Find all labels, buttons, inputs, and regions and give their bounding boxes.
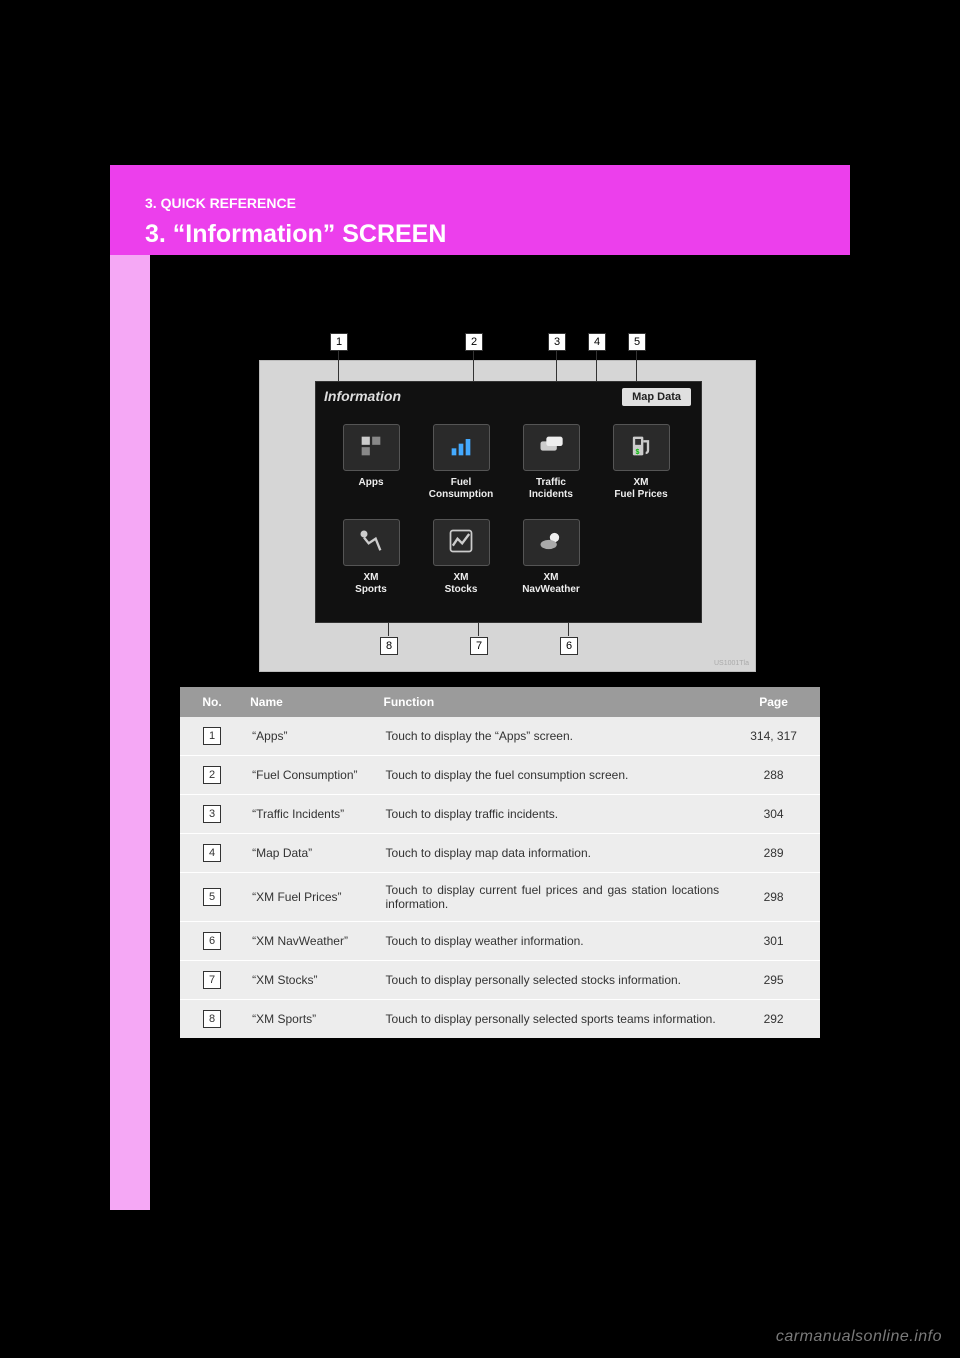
row-page: 298 xyxy=(727,873,820,922)
row-num: 4 xyxy=(203,844,221,862)
row-page: 295 xyxy=(727,961,820,1000)
row-name: “Map Data” xyxy=(244,834,377,873)
page-title: 3. “Information” SCREEN xyxy=(145,220,446,249)
row-num: 8 xyxy=(203,1010,221,1028)
row-name: “XM Fuel Prices” xyxy=(244,873,377,922)
tile-label2: NavWeather xyxy=(508,584,594,595)
callout-2: 2 xyxy=(465,333,483,351)
table-row: 5 “XM Fuel Prices” Touch to display curr… xyxy=(180,873,820,922)
row-name: “Apps” xyxy=(244,717,377,756)
callout-5: 5 xyxy=(628,333,646,351)
row-num: 5 xyxy=(203,888,221,906)
row-func: Touch to display the “Apps” screen. xyxy=(378,717,728,756)
row-func: Touch to display traffic incidents. xyxy=(378,795,728,834)
lead-line xyxy=(338,351,339,381)
row-num: 3 xyxy=(203,805,221,823)
apps-icon xyxy=(357,432,385,463)
row-name: “Traffic Incidents” xyxy=(244,795,377,834)
tile-label: XM xyxy=(454,572,469,583)
traffic-icon xyxy=(537,432,565,463)
callout-7: 7 xyxy=(470,637,488,655)
table-row: 3 “Traffic Incidents” Touch to display t… xyxy=(180,795,820,834)
th-page: Page xyxy=(727,687,820,717)
infotainment-screenshot: 1 2 3 4 5 8 7 6 xyxy=(259,360,756,672)
callout-1: 1 xyxy=(330,333,348,351)
row-page: 314, 317 xyxy=(727,717,820,756)
traffic-incidents-tile[interactable]: Traffic Incidents xyxy=(506,416,596,511)
row-page: 292 xyxy=(727,1000,820,1039)
svg-text:$: $ xyxy=(636,449,640,456)
table-row: 2 “Fuel Consumption” Touch to display th… xyxy=(180,756,820,795)
weather-icon xyxy=(537,527,565,558)
sports-icon xyxy=(357,527,385,558)
tile-label: XM xyxy=(544,572,559,583)
manual-page: 3. QUICK REFERENCE 3. “Information” SCRE… xyxy=(0,0,960,1358)
row-page: 289 xyxy=(727,834,820,873)
row-num: 1 xyxy=(203,727,221,745)
tile-label2: Sports xyxy=(328,584,414,595)
row-func: Touch to display weather information. xyxy=(378,922,728,961)
row-num: 2 xyxy=(203,766,221,784)
table-row: 8 “XM Sports” Touch to display personall… xyxy=(180,1000,820,1039)
th-no: No. xyxy=(180,687,244,717)
row-name: “XM NavWeather” xyxy=(244,922,377,961)
info-panel: Information Map Data Apps xyxy=(315,381,702,623)
apps-tile[interactable]: Apps xyxy=(326,416,416,511)
row-func: Touch to display map data information. xyxy=(378,834,728,873)
tile-label: Fuel xyxy=(451,477,472,488)
table-row: 7 “XM Stocks” Touch to display personall… xyxy=(180,961,820,1000)
row-num: 6 xyxy=(203,932,221,950)
row-page: 301 xyxy=(727,922,820,961)
row-name: “XM Stocks” xyxy=(244,961,377,1000)
tile-label: Apps xyxy=(359,477,384,488)
xm-stocks-tile[interactable]: XM Stocks xyxy=(416,511,506,606)
xm-navweather-tile[interactable]: XM NavWeather xyxy=(506,511,596,606)
tile-label: XM xyxy=(634,477,649,488)
image-id: US1001Tla xyxy=(714,660,749,667)
row-func: Touch to display personally selected spo… xyxy=(378,1000,728,1039)
section-label: 3. QUICK REFERENCE xyxy=(145,195,296,211)
tile-label: Traffic xyxy=(536,477,566,488)
tile-label2: Consumption xyxy=(418,489,504,500)
row-func: Touch to display personally selected sto… xyxy=(378,961,728,1000)
row-num: 7 xyxy=(203,971,221,989)
tile-label: XM xyxy=(364,572,379,583)
row-page: 304 xyxy=(727,795,820,834)
tile-label2: Incidents xyxy=(508,489,594,500)
content-body: 1 2 3 4 5 8 7 6 xyxy=(150,255,850,1210)
xm-sports-tile[interactable]: XM Sports xyxy=(326,511,416,606)
row-name: “XM Sports” xyxy=(244,1000,377,1039)
watermark: carmanualsonline.info xyxy=(776,1328,942,1346)
table-row: 1 “Apps” Touch to display the “Apps” scr… xyxy=(180,717,820,756)
stocks-icon xyxy=(447,527,475,558)
th-func: Function xyxy=(378,687,728,717)
row-func: Touch to display the fuel consumption sc… xyxy=(378,756,728,795)
fuel-pump-icon: $ xyxy=(627,432,655,463)
table-row: 6 “XM NavWeather” Touch to display weath… xyxy=(180,922,820,961)
callout-3: 3 xyxy=(548,333,566,351)
th-name: Name xyxy=(244,687,377,717)
tile-label2: Fuel Prices xyxy=(598,489,684,500)
tile-label2: Stocks xyxy=(418,584,504,595)
xm-fuel-prices-tile[interactable]: $ XM Fuel Prices xyxy=(596,416,686,511)
row-page: 288 xyxy=(727,756,820,795)
map-data-button[interactable]: Map Data xyxy=(622,388,691,406)
fuel-consumption-tile[interactable]: Fuel Consumption xyxy=(416,416,506,511)
table-row: 4 “Map Data” Touch to display map data i… xyxy=(180,834,820,873)
callout-6: 6 xyxy=(560,637,578,655)
icon-grid: Apps Fuel Consumption xyxy=(326,416,686,606)
screenshot-figure: 1 2 3 4 5 8 7 6 xyxy=(195,360,820,672)
fuel-consumption-icon xyxy=(447,432,475,463)
callout-4: 4 xyxy=(588,333,606,351)
function-table: No. Name Function Page 1 “Apps” Touch to… xyxy=(180,687,820,1038)
callout-8: 8 xyxy=(380,637,398,655)
row-name: “Fuel Consumption” xyxy=(244,756,377,795)
row-func: Touch to display current fuel prices and… xyxy=(378,873,728,922)
intro-text xyxy=(150,255,850,325)
